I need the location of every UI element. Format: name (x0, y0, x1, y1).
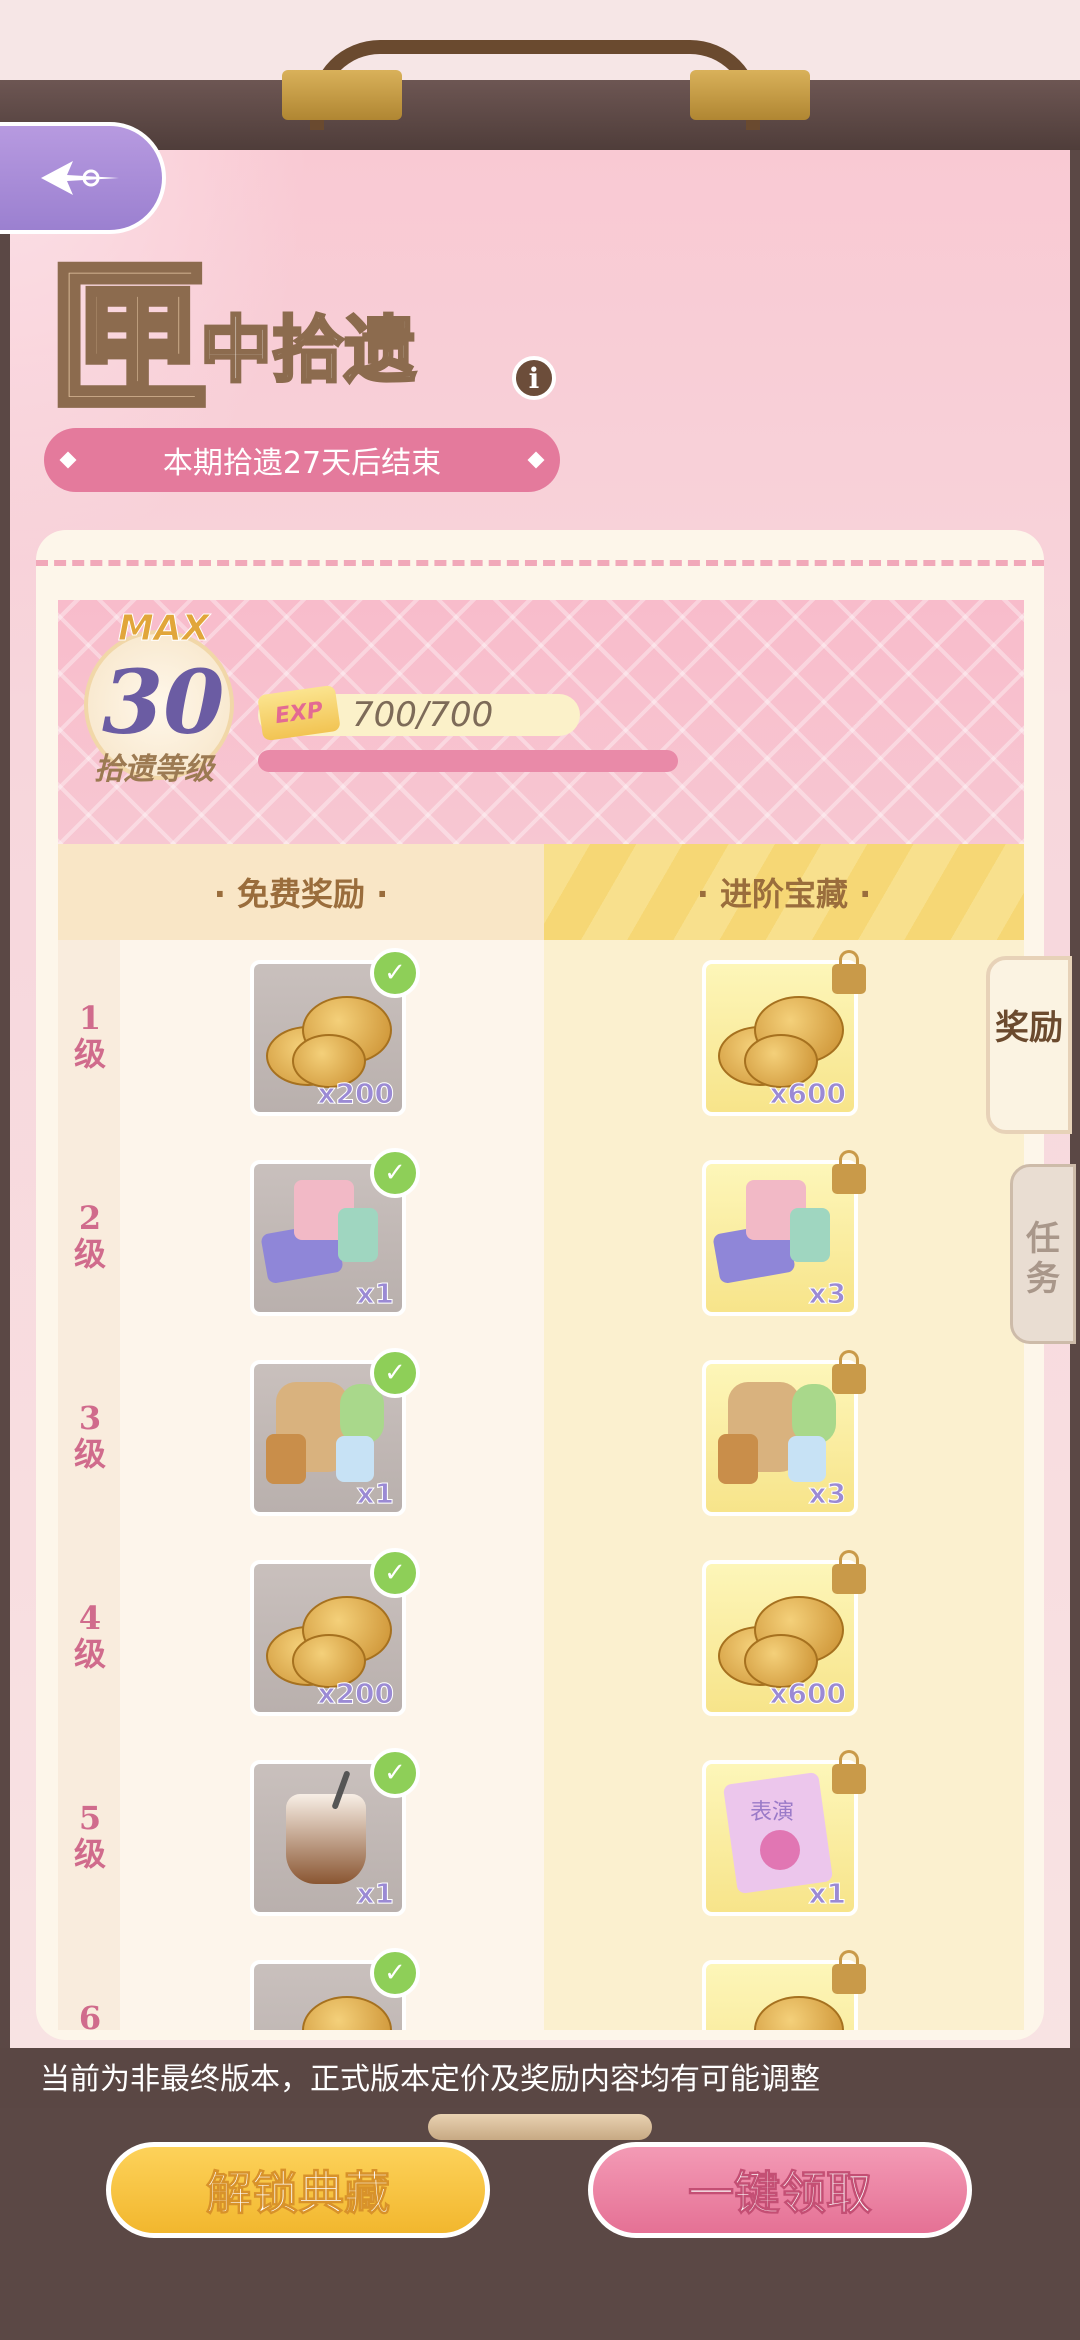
reward-quantity: x1 (808, 1877, 847, 1911)
bottom-rail-decoration (428, 2114, 652, 2140)
row-level: 3级 (73, 1399, 106, 1473)
reward-list[interactable]: 1级 x200 ✓ x600 2级 x1 ✓ x3 3 级 x1 ✓ x3 4 … (58, 940, 1024, 2030)
lock-icon (832, 1350, 866, 1394)
reward-row: 1级 x200 ✓ x600 (58, 940, 1024, 1140)
advanced-rewards-header: · 进阶宝藏 · (544, 844, 1024, 940)
advanced-rewards-label: · 进阶宝藏 · (696, 875, 872, 913)
claimed-check-icon: ✓ (370, 1948, 420, 1998)
tab-reward-label: 奖励 (995, 1008, 1063, 1048)
row-level: 1级 (73, 999, 106, 1073)
reward-quantity: x200 (317, 1677, 395, 1711)
reward-quantity: x1 (356, 1477, 395, 1511)
notebook-label: 表演 (750, 1800, 795, 1825)
claimed-check-icon: ✓ (370, 1748, 420, 1798)
reward-row: 6 ✓ (58, 1940, 1024, 2030)
period-banner: 本期拾遗27天后结束 (44, 428, 560, 492)
unlock-collection-button[interactable]: 解锁典藏 (106, 2142, 490, 2238)
claim-all-button[interactable]: 一键领取 (588, 2142, 972, 2238)
tab-task[interactable]: 任务 (1010, 1164, 1076, 1344)
claimed-check-icon: ✓ (370, 948, 420, 998)
claimed-check-icon: ✓ (370, 1348, 420, 1398)
claimed-check-icon: ✓ (370, 1548, 420, 1598)
hinge-left (282, 70, 402, 120)
exp-progress-bar (258, 750, 678, 772)
reward-quantity: x3 (808, 1277, 847, 1311)
level-label: 拾遗等级 (94, 752, 214, 787)
notice-text: 当前为非最终版本，正式版本定价及奖励内容均有可能调整 (40, 2062, 820, 2097)
lock-icon (832, 1750, 866, 1794)
exp-text: 700/700 (352, 695, 494, 735)
tab-reward[interactable]: 奖励 (986, 956, 1072, 1134)
reward-quantity: x200 (317, 1077, 395, 1111)
period-text: 本期拾遗27天后结束 (162, 446, 442, 481)
row-level: 4级 (73, 1599, 106, 1673)
free-rewards-header: · 免费奖励 · (58, 844, 544, 940)
reward-row: 5级 x1 ✓ 表演 x1 (58, 1740, 1024, 1940)
row-level: 2级 (73, 1199, 106, 1273)
row-level: 6 (78, 1999, 102, 2030)
reward-quantity: x3 (808, 1477, 847, 1511)
level-max-label: MAX (117, 608, 210, 650)
reward-row: 3级 x1 ✓ x3 (58, 1340, 1024, 1540)
free-rewards-label: · 免费奖励 · (213, 875, 389, 913)
reward-quantity: x600 (769, 1677, 847, 1711)
back-arrow-icon (41, 161, 119, 195)
lock-icon (832, 950, 866, 994)
row-level: 5级 (73, 1799, 106, 1873)
diamond-icon (527, 451, 545, 469)
title-first-char: 匣 (45, 244, 211, 432)
back-button[interactable] (0, 122, 166, 234)
reward-row: 4级 x200 ✓ x600 (58, 1540, 1024, 1740)
tab-task-label: 任务 (1026, 1219, 1060, 1299)
reward-row: 2级 x1 ✓ x3 (58, 1140, 1024, 1340)
reward-quantity: x600 (769, 1077, 847, 1111)
reward-quantity: x1 (356, 1277, 395, 1311)
lace-trim (36, 560, 1044, 600)
level-value: 30 (102, 650, 225, 754)
claimed-check-icon: ✓ (370, 1148, 420, 1198)
info-icon[interactable]: i (512, 356, 556, 400)
diamond-icon (59, 451, 77, 469)
page-title: 中拾遗 (198, 307, 417, 392)
lock-icon (832, 1550, 866, 1594)
lock-icon (832, 1150, 866, 1194)
lock-icon (832, 1950, 866, 1994)
hinge-right (690, 70, 810, 120)
reward-quantity: x1 (356, 1877, 395, 1911)
